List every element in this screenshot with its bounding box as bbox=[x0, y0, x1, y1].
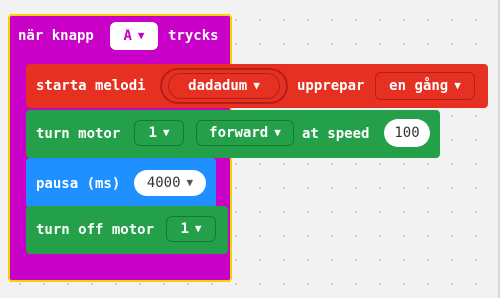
motor-number-value: 1 bbox=[148, 125, 157, 141]
melody-dropdown-value: dadadum bbox=[188, 78, 248, 94]
pause-label: pausa (ms) bbox=[36, 176, 121, 192]
speed-label: at speed bbox=[302, 126, 370, 142]
caret-down-icon: ▼ bbox=[274, 126, 281, 139]
repeat-dropdown-value: en gång bbox=[389, 78, 449, 94]
pause-duration-value: 4000 bbox=[146, 175, 181, 191]
event-block-suffix: trycks bbox=[168, 28, 219, 44]
motor-off-number-dropdown[interactable]: 1 ▼ bbox=[166, 216, 216, 242]
caret-down-icon: ▼ bbox=[454, 79, 461, 92]
repeat-dropdown[interactable]: en gång ▼ bbox=[375, 72, 475, 100]
caret-down-icon: ▼ bbox=[253, 79, 260, 92]
turn-motor-label: turn motor bbox=[36, 126, 121, 142]
event-block-label: när knapp bbox=[18, 28, 94, 44]
direction-dropdown[interactable]: forward ▼ bbox=[196, 120, 294, 146]
speed-input[interactable]: 100 bbox=[384, 119, 430, 147]
caret-down-icon: ▼ bbox=[186, 176, 194, 189]
turn-off-motor-label: turn off motor bbox=[36, 222, 155, 238]
repeat-label: upprepar bbox=[297, 78, 365, 94]
code-workspace[interactable]: när knapp A ▼ trycks starta melodi dadad… bbox=[0, 0, 500, 298]
pause-duration-dropdown[interactable]: 4000 ▼ bbox=[134, 170, 206, 196]
caret-down-icon: ▼ bbox=[194, 222, 202, 235]
button-dropdown-value: A bbox=[123, 28, 132, 44]
melody-dropdown[interactable]: dadadum ▼ bbox=[160, 68, 288, 104]
play-melody-label: starta melodi bbox=[36, 78, 146, 94]
button-dropdown[interactable]: A ▼ bbox=[110, 22, 158, 50]
direction-value: forward bbox=[209, 125, 269, 141]
motor-off-number-value: 1 bbox=[180, 221, 189, 237]
caret-down-icon: ▼ bbox=[162, 126, 170, 139]
melody-dropdown-inner: dadadum ▼ bbox=[168, 73, 280, 99]
motor-number-dropdown[interactable]: 1 ▼ bbox=[134, 120, 184, 146]
caret-down-icon: ▼ bbox=[137, 29, 145, 42]
